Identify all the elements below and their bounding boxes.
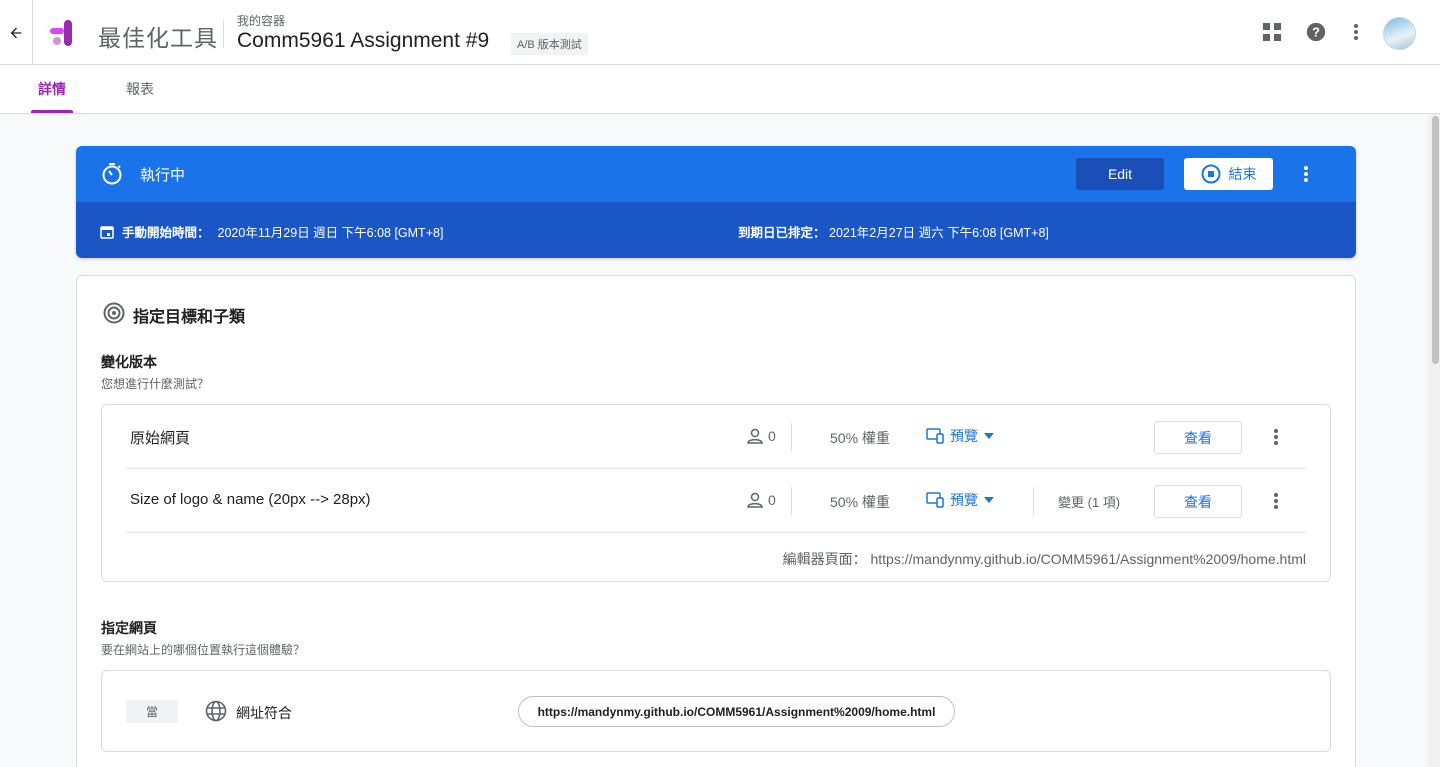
variant-weight: 50% 權重 (830, 494, 890, 510)
schedule-bar: 手動開始時間： 2020年11月29日 週日 下午6:08 [GMT+8] 到期… (76, 202, 1356, 258)
end-button-label: 結束 (1228, 166, 1257, 182)
back-button[interactable] (0, 0, 33, 65)
variant-name: Size of logo & name (20px --> 28px) (130, 491, 371, 508)
globe-icon (205, 700, 227, 722)
view-button[interactable]: 查看 (1154, 485, 1242, 518)
targeting-description: 要在網站上的哪個位置執行這個體驗？ (101, 643, 306, 657)
column-divider (791, 423, 792, 451)
variant-weight: 50% 權重 (830, 430, 890, 446)
end-time-title: 到期日已排定： (738, 226, 826, 240)
variant-row-original: 原始網頁 0 50% 權重 預覽 查看 (126, 405, 1306, 469)
variants-list: 原始網頁 0 50% 權重 預覽 查看 Size of logo & name … (101, 404, 1331, 582)
end-experiment-button[interactable]: 結束 (1184, 158, 1273, 190)
page-targeting-rule: 當 網址符合 https://mandynmy.github.io/COMM59… (101, 670, 1331, 752)
apps-button[interactable] (1260, 20, 1284, 44)
account-avatar[interactable] (1383, 17, 1416, 50)
more-options-button[interactable] (1344, 20, 1368, 44)
container-breadcrumb[interactable]: 我的容器 (237, 12, 285, 29)
more-vert-icon (1354, 24, 1358, 40)
url-match-label: 網址符合 (236, 705, 292, 721)
apps-grid-icon (1263, 23, 1281, 41)
experiment-status-card: 執行中 Edit 結束 手動開始時間： 2020年11月29日 週日 下午6:0… (76, 146, 1356, 258)
variant-changes[interactable]: 變更 (1 項) (1058, 492, 1120, 511)
preview-label: 預覽 (950, 428, 978, 444)
section-title: 指定目標和子類 (133, 309, 246, 326)
variant-users: 0 (746, 491, 776, 509)
experiment-title: Comm5961 Assignment #9 (237, 29, 490, 52)
devices-icon (926, 428, 944, 444)
status-header: 執行中 Edit 結束 (76, 146, 1356, 202)
variant-user-count: 0 (768, 492, 776, 508)
more-vert-icon (1304, 166, 1308, 182)
person-icon (747, 428, 763, 444)
experiment-type-badge: A/B 版本測試 (511, 33, 588, 55)
top-app-bar: 最佳化工具 我的容器 Comm5961 Assignment #9 A/B 版本… (0, 0, 1440, 65)
help-button[interactable]: ? (1304, 20, 1328, 44)
column-divider (1033, 487, 1034, 515)
timer-icon (102, 163, 122, 185)
variant-more-button[interactable] (1264, 425, 1288, 449)
devices-icon (926, 492, 944, 508)
variants-title: 變化版本 (101, 354, 157, 370)
edit-button[interactable]: Edit (1076, 158, 1164, 190)
variants-description: 您想進行什麼測試？ (101, 377, 210, 391)
product-name: 最佳化工具 (98, 25, 218, 51)
svg-text:?: ? (1312, 25, 1320, 40)
start-time-title: 手動開始時間： (122, 226, 210, 240)
end-time-value: 2021年2月27日 週六 下午6:08 [GMT+8] (829, 226, 1049, 240)
header-divider (223, 20, 224, 48)
preview-dropdown[interactable]: 預覽 (926, 426, 994, 446)
variant-name: 原始網頁 (130, 430, 191, 447)
variant-more-button[interactable] (1264, 489, 1288, 513)
tab-bar: 詳情 報表 (0, 65, 1440, 114)
objectives-card: 指定目標和子類 變化版本 您想進行什麼測試？ 原始網頁 0 50% 權重 預覽 (76, 275, 1356, 767)
when-chip: 當 (126, 700, 178, 723)
preview-label: 預覽 (950, 492, 978, 508)
active-tab-indicator (31, 110, 73, 113)
scrollbar-thumb[interactable] (1432, 116, 1439, 364)
tab-reports[interactable]: 報表 (126, 65, 154, 113)
status-more-button[interactable] (1294, 162, 1318, 186)
dropdown-arrow-icon (984, 433, 994, 439)
start-time-info: 手動開始時間： 2020年11月29日 週日 下午6:08 [GMT+8] (100, 222, 443, 241)
variant-users: 0 (746, 427, 776, 445)
more-vert-icon (1274, 429, 1278, 445)
row-divider (126, 532, 1306, 533)
targeting-title: 指定網頁 (101, 620, 157, 636)
column-divider (791, 487, 792, 515)
url-match-chip[interactable]: https://mandynmy.github.io/COMM5961/Assi… (518, 696, 955, 727)
arrow-back-icon (10, 27, 22, 38)
preview-dropdown[interactable]: 預覽 (926, 490, 994, 510)
dropdown-arrow-icon (984, 497, 994, 503)
more-vert-icon (1274, 493, 1278, 509)
view-button[interactable]: 查看 (1154, 421, 1242, 454)
variant-row-1: Size of logo & name (20px --> 28px) 0 50… (126, 469, 1306, 533)
person-icon (747, 492, 763, 508)
stop-circle-icon (1201, 164, 1220, 184)
variant-user-count: 0 (768, 428, 776, 444)
status-label: 執行中 (140, 167, 186, 184)
help-icon: ? (1306, 22, 1326, 42)
tab-details[interactable]: 詳情 (31, 65, 73, 113)
calendar-icon (100, 225, 114, 239)
target-icon (103, 302, 125, 324)
editor-page-url: 編輯器頁面： https://mandynmy.github.io/COMM59… (782, 551, 1306, 567)
optimize-logo-icon (50, 20, 72, 46)
start-time-value: 2020年11月29日 週日 下午6:08 [GMT+8] (217, 226, 444, 240)
end-time-info: 到期日已排定： 2021年2月27日 週六 下午6:08 [GMT+8] (738, 222, 1049, 241)
